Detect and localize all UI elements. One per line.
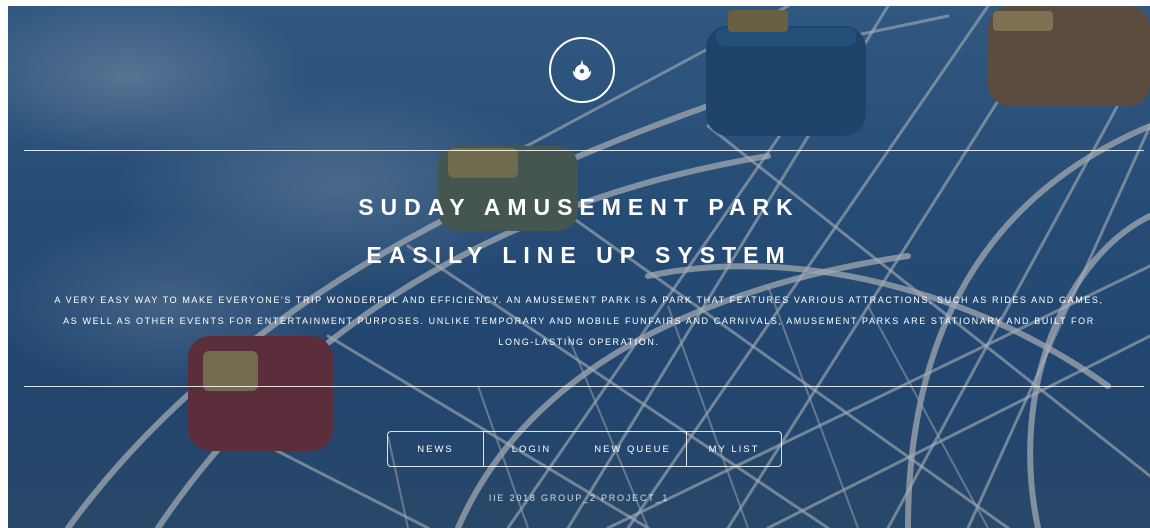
nav-login-link[interactable]: LOGIN bbox=[484, 432, 579, 466]
rebel-alliance-icon bbox=[572, 59, 592, 81]
site-logo[interactable] bbox=[549, 37, 615, 103]
nav-new-queue-link[interactable]: NEW QUEUE bbox=[579, 432, 687, 466]
hero-section: SUDAY AMUSEMENT PARK EASILY LINE UP SYST… bbox=[8, 6, 1150, 528]
footer-credit: IIE 2018 GROUP_2 PROJECT_1 bbox=[488, 493, 670, 503]
page-subtitle: EASILY LINE UP SYSTEM bbox=[366, 242, 792, 268]
intro-text: A VERY EASY WAY TO MAKE EVERYONE'S TRIP … bbox=[54, 295, 1104, 347]
page-title: SUDAY AMUSEMENT PARK bbox=[358, 194, 800, 220]
main-nav: NEWS LOGIN NEW QUEUE MY LIST bbox=[387, 431, 782, 467]
divider-bottom bbox=[24, 386, 1144, 387]
divider-top bbox=[24, 150, 1144, 151]
nav-my-list-link[interactable]: MY LIST bbox=[687, 432, 781, 466]
nav-news-link[interactable]: NEWS bbox=[388, 432, 484, 466]
